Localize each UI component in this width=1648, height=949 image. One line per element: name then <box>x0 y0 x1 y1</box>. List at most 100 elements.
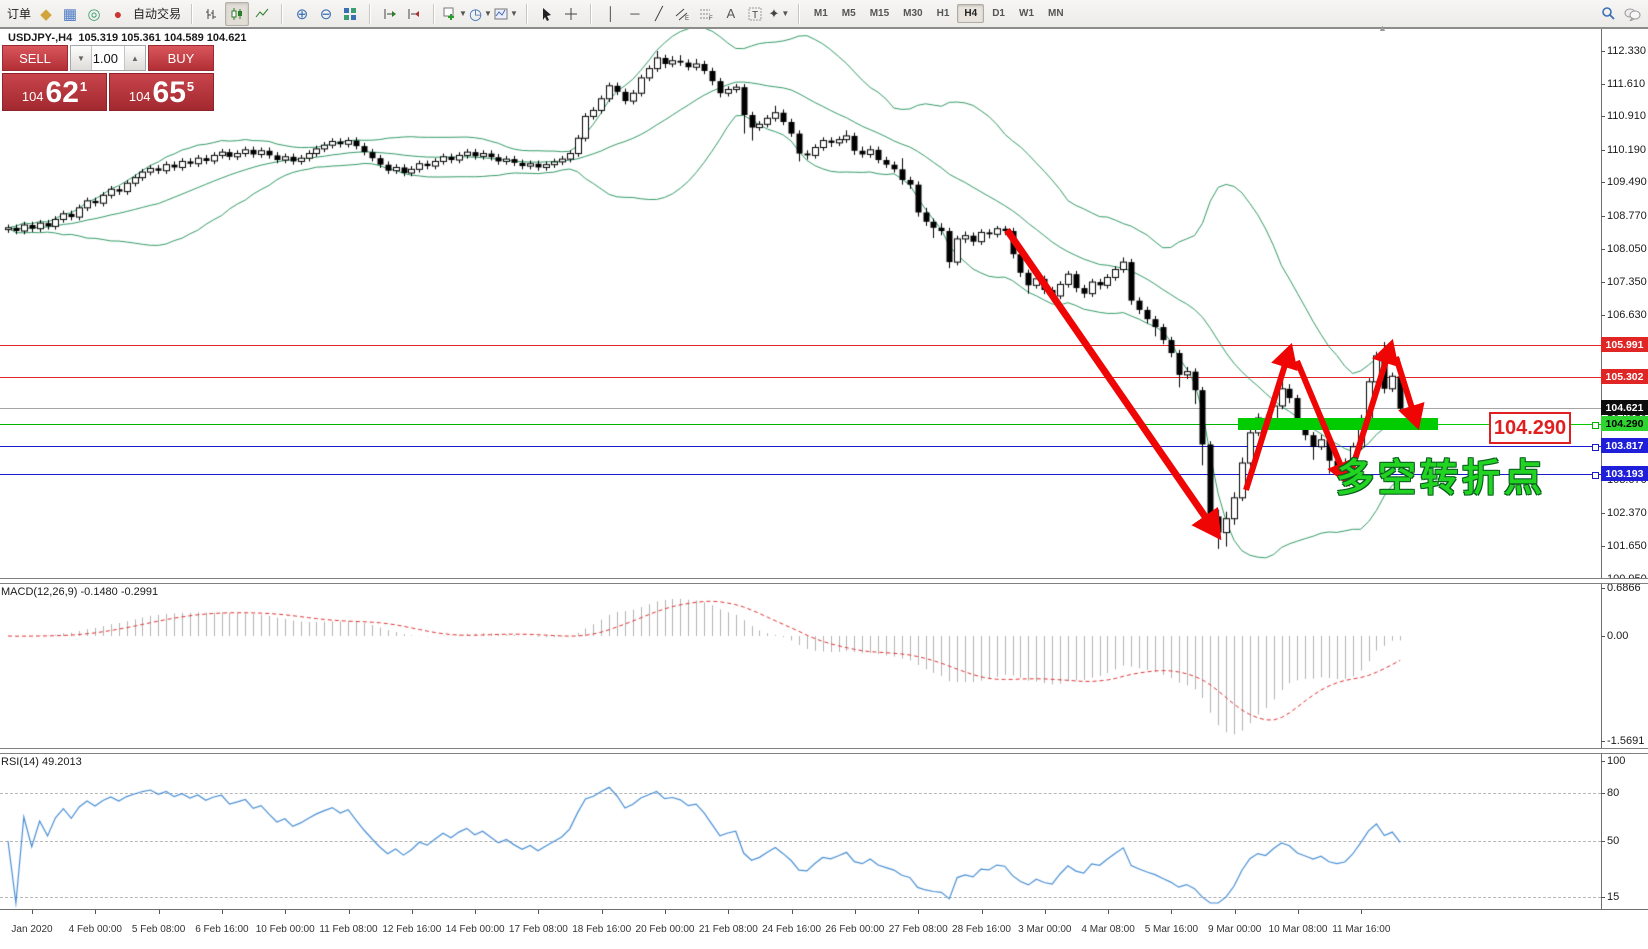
y-axis-tick: 111.610 <box>1607 78 1645 90</box>
text-icon[interactable]: A <box>720 3 742 25</box>
lot-increase-button[interactable]: ▲ <box>124 46 145 70</box>
x-axis-label: 12 Feb 16:00 <box>382 924 441 935</box>
auto-scroll-icon[interactable] <box>403 3 425 25</box>
tile-windows-icon[interactable] <box>339 3 361 25</box>
search-icon[interactable] <box>1597 3 1619 25</box>
macd-axis-tick: -1.5691 <box>1607 735 1644 747</box>
price-chip-104.621: 104.621 <box>1601 400 1648 415</box>
chart-window[interactable]: ▲ USDJPY-,H4 105.319 105.361 104.589 104… <box>0 28 1648 948</box>
x-axis-label: 4 Mar 08:00 <box>1081 924 1134 935</box>
trend-arrow[interactable] <box>1396 357 1416 421</box>
candlestick-mode-icon[interactable] <box>225 2 249 26</box>
y-axis-tick: 109.490 <box>1607 176 1647 188</box>
timeframe-mn[interactable]: MN <box>1042 5 1070 22</box>
buy-button[interactable]: BUY <box>148 45 214 71</box>
sell-price-big: 62 <box>46 78 79 108</box>
autotrading-button[interactable]: 自动交易 <box>133 5 181 22</box>
rsi-axis-tick: 50 <box>1607 835 1619 847</box>
x-axis-tick <box>412 910 413 914</box>
x-axis-tick <box>728 910 729 914</box>
x-axis-label: 6 Feb 16:00 <box>195 924 248 935</box>
vertical-line-icon[interactable]: │ <box>600 3 622 25</box>
timeframe-m1[interactable]: M1 <box>808 5 834 22</box>
x-axis-tick <box>1235 910 1236 914</box>
price-chip-105.302: 105.302 <box>1601 369 1648 384</box>
price-level-callout[interactable]: 104.290 <box>1489 412 1571 444</box>
x-axis-tick <box>1298 910 1299 914</box>
x-axis-label: Jan 2020 <box>11 924 52 935</box>
x-axis-tick <box>95 910 96 914</box>
timeframe-m5[interactable]: M5 <box>836 5 862 22</box>
toolbar-separator <box>191 4 193 24</box>
autotrading-icon[interactable]: ● <box>107 3 129 25</box>
toolbar-separator <box>526 4 528 24</box>
profile-icon[interactable]: ▦ <box>59 3 81 25</box>
timeframe-w1[interactable]: W1 <box>1013 5 1040 22</box>
template-icon[interactable]: ▼ <box>494 3 518 25</box>
timeframe-h4[interactable]: H4 <box>957 4 984 23</box>
turning-point-annotation[interactable]: 多空转折点 <box>1336 447 1546 502</box>
toolbar-separator <box>281 4 283 24</box>
zoom-in-icon[interactable]: ⊕ <box>291 3 313 25</box>
buy-price-pip: 5 <box>187 79 194 94</box>
price-level-text: 104.290 <box>1494 417 1566 440</box>
trendline-icon[interactable]: ╱ <box>648 3 670 25</box>
x-axis-label: 5 Mar 16:00 <box>1145 924 1198 935</box>
x-axis-label: 11 Mar 16:00 <box>1332 924 1390 935</box>
lot-size-value[interactable]: 1.00 <box>92 46 124 70</box>
line-chart-mode-icon[interactable] <box>251 3 273 25</box>
x-axis-tick <box>982 910 983 914</box>
new-order-icon[interactable]: ◆ <box>35 3 57 25</box>
cursor-icon[interactable] <box>536 3 558 25</box>
one-click-trading-panel: SELL ▼ 1.00 ▲ BUY 104 62 1 104 65 5 <box>2 45 214 111</box>
x-axis-label: 5 Feb 08:00 <box>132 924 185 935</box>
trend-arrow[interactable] <box>1007 230 1215 531</box>
time-axis[interactable]: Jan 20204 Feb 00:005 Feb 08:006 Feb 16:0… <box>0 909 1648 949</box>
timeframe-h1[interactable]: H1 <box>931 5 956 22</box>
price-chip-104.290: 104.290 <box>1601 416 1648 431</box>
x-axis-label: 24 Feb 16:00 <box>762 924 821 935</box>
horizontal-line-icon[interactable]: ─ <box>624 3 646 25</box>
toolbar-separator <box>433 4 435 24</box>
x-axis-tick <box>159 910 160 914</box>
x-axis-label: 20 Feb 00:00 <box>636 924 695 935</box>
crosshair-icon[interactable] <box>560 3 582 25</box>
sell-button[interactable]: SELL <box>2 45 68 71</box>
fibonacci-icon[interactable]: F <box>696 3 718 25</box>
sell-quote-panel[interactable]: 104 62 1 <box>2 73 107 111</box>
chart-shift-icon[interactable] <box>379 3 401 25</box>
timeframe-d1[interactable]: D1 <box>986 5 1011 22</box>
x-axis-tick <box>792 910 793 914</box>
chat-icon[interactable] <box>1621 3 1643 25</box>
toolbar-separator <box>369 4 371 24</box>
x-axis-tick <box>222 910 223 914</box>
timeframe-group: M1M5M15M30H1H4D1W1MN <box>803 0 1075 27</box>
y-axis-tick: 110.910 <box>1607 110 1646 122</box>
splitter-grip-icon[interactable]: ▲ <box>1378 23 1387 33</box>
lot-decrease-button[interactable]: ▼ <box>71 46 92 70</box>
price-chip-105.991: 105.991 <box>1601 337 1648 352</box>
y-axis-tick: 102.370 <box>1607 507 1647 519</box>
new-order-button[interactable]: 订单 <box>7 5 31 22</box>
new-chart-icon[interactable]: ▼ <box>443 3 467 25</box>
arrow-objects-icon[interactable]: ✦▼ <box>768 3 790 25</box>
x-axis-label: 28 Feb 16:00 <box>952 924 1011 935</box>
x-axis-tick <box>475 910 476 914</box>
x-axis-tick <box>285 910 286 914</box>
buy-quote-panel[interactable]: 104 65 5 <box>109 73 214 111</box>
timeframe-m15[interactable]: M15 <box>864 5 895 22</box>
lot-size-stepper: ▼ 1.00 ▲ <box>70 45 146 71</box>
x-axis-label: 9 Mar 00:00 <box>1208 924 1261 935</box>
timeframe-m30[interactable]: M30 <box>897 5 928 22</box>
sell-price-base: 104 <box>22 89 44 104</box>
bar-chart-mode-icon[interactable] <box>201 3 223 25</box>
trend-arrow[interactable] <box>1246 352 1289 490</box>
signals-icon[interactable]: ◎ <box>83 3 105 25</box>
x-axis-tick <box>665 910 666 914</box>
sell-price-pip: 1 <box>80 79 87 94</box>
zoom-out-icon[interactable]: ⊖ <box>315 3 337 25</box>
text-label-icon[interactable]: T <box>744 3 766 25</box>
channel-icon[interactable]: E <box>672 3 694 25</box>
period-icon[interactable]: ◷▼ <box>469 3 492 25</box>
x-axis-label: 18 Feb 16:00 <box>572 924 631 935</box>
